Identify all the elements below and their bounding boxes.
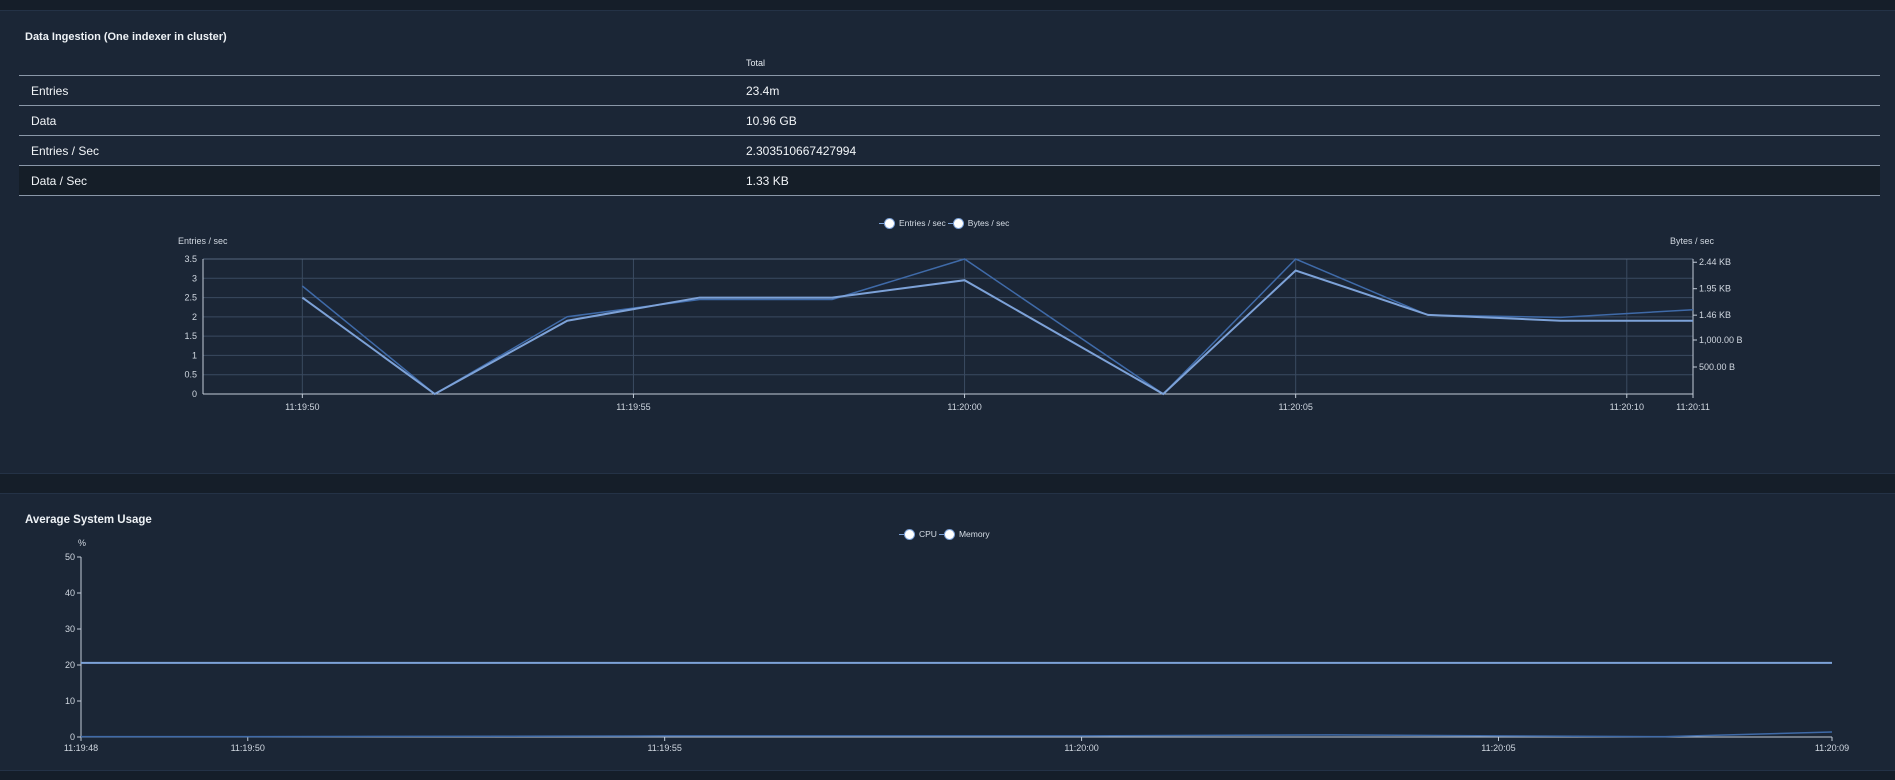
y-tick-label: 50 xyxy=(65,552,75,562)
y-tick-label: 40 xyxy=(65,588,75,598)
y-tick-label: 30 xyxy=(65,624,75,634)
x-tick-label: 11:20:00 xyxy=(947,402,981,412)
y-tick-label: 20 xyxy=(65,660,75,670)
y-tick-label: 0 xyxy=(70,732,75,742)
series-line-bytes xyxy=(301,258,1694,395)
x-tick-label: 11:20:11 xyxy=(1676,402,1710,412)
x-tick-label: 11:20:00 xyxy=(1064,743,1098,753)
x-tick-label: 11:20:05 xyxy=(1481,743,1515,753)
y-tick-label: 10 xyxy=(65,696,75,706)
y2-tick-label: 500.00 B xyxy=(1699,362,1735,372)
y-tick-label: 3 xyxy=(192,273,197,283)
x-tick-label: 11:20:05 xyxy=(1278,402,1312,412)
x-tick-label: 11:19:50 xyxy=(285,402,319,412)
ingestion-chart: 0 0.5 1 1.5 2 2.5 3 3.5 11:19:50 11:19:55 11:20:00… xyxy=(178,236,1743,412)
system-usage-panel: Average System Usage CPU Memory 0 10 20 30 4… xyxy=(0,493,1895,771)
x-tick-label: 11:19:55 xyxy=(647,743,681,753)
y-axis-label: % xyxy=(78,538,86,548)
y2-tick-label: 1,000.00 B xyxy=(1699,335,1743,345)
y2-tick-label: 1.46 KB xyxy=(1699,310,1731,320)
y2-tick-label: 2.44 KB xyxy=(1699,257,1731,267)
y2-tick-label: 1.95 KB xyxy=(1699,284,1731,294)
system-usage-chart: 0 10 20 30 40 50 11:19:48 11:19:50 11:19:55 11:20… xyxy=(64,538,1849,753)
x-tick-label: 11:19:48 xyxy=(64,743,98,753)
x-tick-label: 11:20:10 xyxy=(1610,402,1644,412)
series-line-entries xyxy=(301,269,1693,396)
x-tick-label: 11:20:09 xyxy=(1815,743,1849,753)
y-tick-label: 2.5 xyxy=(184,293,197,303)
y2-axis-label: Bytes / sec xyxy=(1670,236,1715,246)
y-tick-label: 3.5 xyxy=(184,254,197,264)
y-tick-label: 2 xyxy=(192,312,197,322)
data-ingestion-panel: Data Ingestion (One indexer in cluster) … xyxy=(0,10,1895,474)
y-tick-label: 1.5 xyxy=(184,331,197,341)
y-axis-label: Entries / sec xyxy=(178,236,228,246)
x-tick-label: 11:19:55 xyxy=(616,402,650,412)
x-tick-label: 11:19:50 xyxy=(231,743,265,753)
y-tick-label: 0.5 xyxy=(184,370,197,380)
y-tick-label: 1 xyxy=(192,350,197,360)
series-line-cpu xyxy=(81,731,1833,738)
y-tick-label: 0 xyxy=(192,389,197,399)
